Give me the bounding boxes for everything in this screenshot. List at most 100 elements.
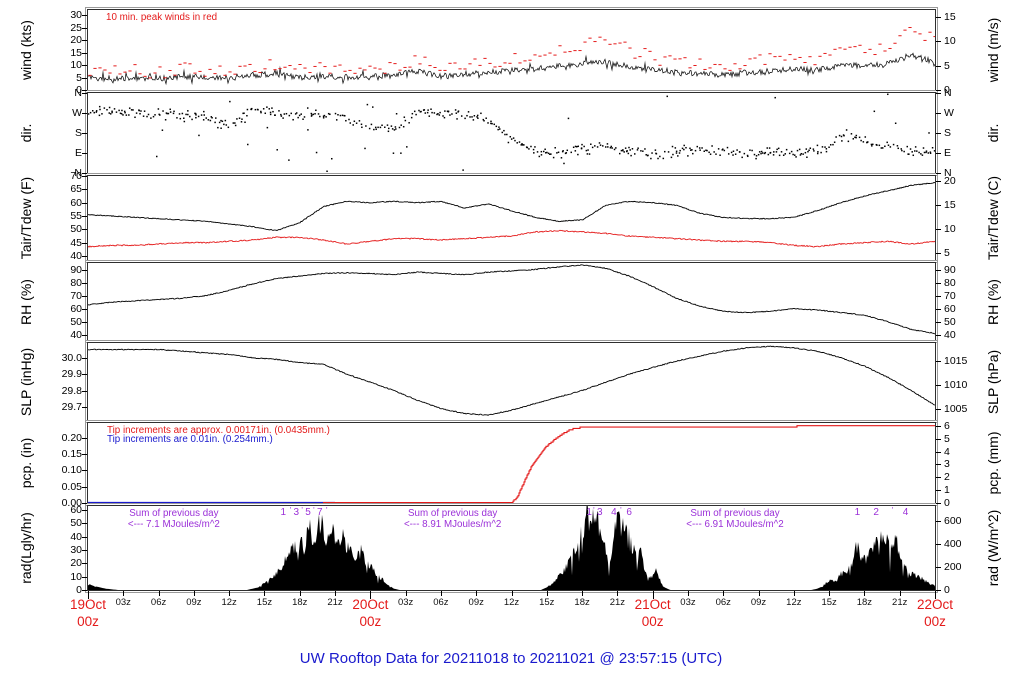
y-tick-label-left: 29.8 [61, 384, 82, 397]
y-tick-label-left: 55 [70, 210, 82, 222]
y-tick-label-left: 29.9 [61, 368, 82, 381]
rad-sum-line2: <--- 7.1 MJoules/m^2 [127, 519, 220, 530]
rad-cumulative-digit: 3 [596, 507, 603, 518]
y-tick-label-right: 1010 [944, 379, 968, 392]
rad-sum-line1: Sum of previous day [408, 508, 498, 519]
rad-cumulative-digit: ' [289, 506, 292, 515]
x-hour-label: 09z [468, 597, 484, 608]
y-tick-label-left: 20 [70, 557, 82, 570]
axis-label-radiation-right: rad (W/m^2) [985, 509, 1001, 587]
x-hour-label: 09z [750, 597, 767, 608]
x-day-time: 00z [641, 614, 664, 629]
axis-label-radiation-left: rad(Lgly/hr) [18, 512, 34, 584]
x-hour-label: 06z [715, 597, 731, 608]
rad-cumulative-digit: ' [301, 506, 303, 515]
y-tick-label-right: 600 [944, 515, 962, 528]
rad-sum-note: Sum of previous day <--- 6.91 MJoules/m^2 [686, 508, 783, 530]
rad-cumulative-digit: 4 [902, 507, 909, 518]
axis-label-direction-left: dir. [18, 123, 34, 143]
y-tick-label-left: 50 [70, 315, 82, 328]
y-tick-label-left: E [74, 147, 82, 159]
y-tick-label-right: W [944, 107, 954, 119]
y-tick-label-right: 15 [944, 199, 956, 212]
y-tick-label-left: 25 [70, 21, 82, 34]
y-tick-label-right: 40 [944, 328, 956, 341]
x-day-date: 22Oct [916, 597, 954, 612]
x-hour-label: 21z [327, 597, 343, 608]
rad-cumulative-digit: 1 [280, 507, 287, 518]
y-tick-label-left: 0.15 [61, 448, 82, 461]
x-day-time: 00z [77, 614, 99, 629]
y-tick-label-right: 70 [944, 289, 956, 302]
y-tick-label-right: 5 [944, 432, 950, 445]
y-tick-label-right: 60 [944, 302, 956, 315]
axis-label-humidity-right: RH (%) [985, 278, 1001, 325]
y-tick-label-right: E [944, 147, 952, 159]
y-tick-label-right: S [944, 127, 952, 139]
x-hour-label: 18z [856, 597, 873, 608]
rad-sum-line2: <--- 6.91 MJoules/m^2 [686, 519, 784, 530]
uw-rooftop-weather-chart: 0 5 10 15 20 25 30 0 5 10 15 wind (kts) wind (m/s) N W… [0, 0, 1024, 700]
x-day-label: 22Oct 00z [917, 596, 953, 630]
y-tick-label-right: 1 [944, 484, 950, 497]
y-tick-label-left: 0.20 [61, 431, 82, 444]
x-hour-label: 12z [221, 597, 237, 608]
y-tick-label-left: 0.10 [61, 464, 82, 477]
y-tick-label-left: 50 [70, 517, 82, 530]
rad-sum-note: Sum of previous day <--- 7.1 MJoules/m^2 [128, 508, 220, 530]
x-hour-label: 15z [821, 597, 837, 608]
x-day-label: 19Oct 00z [70, 596, 106, 630]
y-tick-label-right: 90 [944, 263, 956, 276]
x-hour-label: 21z [609, 597, 626, 608]
rad-cumulative-digit: 1 [854, 507, 861, 518]
y-tick-label-left: 10 [70, 570, 82, 583]
y-tick-label-left: W [72, 107, 82, 119]
x-hour-label: 06z [150, 597, 167, 608]
x-hour-label: 18z [574, 597, 590, 608]
rad-cumulative-digit: ' [313, 506, 315, 515]
y-tick-label-left: 45 [70, 236, 82, 249]
y-tick-label-right: 3 [944, 458, 950, 471]
axis-label-pressure-left: SLP (inHg) [18, 347, 34, 416]
axis-label-wind-right: wind (m/s) [985, 17, 1001, 83]
axis-label-temperature-left: Tair/Tdew (F) [18, 176, 34, 260]
rad-sum-line1: Sum of previous day [129, 508, 219, 519]
y-tick-label-right: 0 [944, 497, 950, 509]
y-tick-label-left: 20 [70, 34, 82, 46]
y-tick-label-right: 4 [944, 445, 950, 458]
y-tick-label-left: 29.7 [61, 400, 82, 413]
y-tick-label-left: 0.05 [61, 480, 82, 493]
x-day-date: 19Oct [69, 597, 107, 612]
y-tick-label-right: 1015 [944, 355, 968, 368]
y-tick-label-left: 0 [76, 584, 82, 596]
y-tick-label-right: N [944, 87, 952, 99]
y-tick-label-left: 40 [70, 530, 82, 543]
y-tick-label-left: 15 [70, 46, 82, 59]
y-tick-label-left: S [74, 127, 82, 139]
chart-title: UW Rooftop Data for 20211018 to 20211021… [299, 650, 723, 667]
y-tick-label-right: 400 [944, 538, 962, 551]
rad-cumulative-digit: 5 [305, 507, 311, 518]
axis-label-humidity-left: RH (%) [18, 278, 34, 325]
rad-cumulative-digit: 4 [611, 507, 617, 518]
x-day-label: 20Oct 00z [352, 596, 388, 630]
y-tick-label-left: 40 [70, 328, 82, 341]
x-hour-label: 21z [892, 597, 908, 608]
rad-sum-line2: <--- 8.91 MJoules/m^2 [403, 519, 502, 530]
x-day-date: 20Oct [352, 597, 389, 612]
rad-cumulative-digit: ' [620, 506, 622, 515]
rad-sum-line1: Sum of previous day [690, 508, 780, 519]
y-tick-label-left: 70 [70, 170, 82, 182]
y-tick-label-left: 60 [70, 196, 82, 209]
rad-cumulative-digit: ' [326, 506, 328, 515]
rad-cumulative-digit: ' [593, 506, 595, 515]
y-tick-label-right: 80 [944, 276, 956, 289]
x-hour-label: 15z [256, 597, 273, 608]
y-tick-label-right: 10 [944, 223, 956, 236]
y-tick-label-left: 30 [70, 9, 82, 21]
y-tick-label-right: 6 [944, 419, 950, 432]
y-tick-label-right: 10 [944, 35, 956, 48]
y-tick-label-left: 10 [70, 59, 82, 71]
x-hour-label: 12z [503, 597, 520, 608]
generated-axis-labels: 0 5 10 15 20 25 30 0 5 10 15 wind (kts) wind (m/s) N W… [0, 0, 1024, 700]
